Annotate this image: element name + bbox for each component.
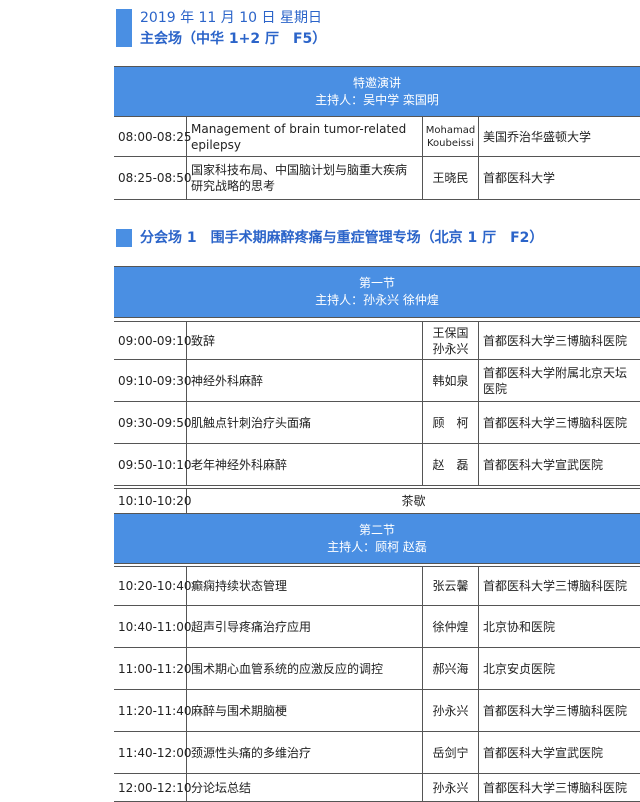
row-time: 10:40-11:00: [114, 606, 192, 647]
break-label: 茶歇: [401, 494, 426, 508]
row-speaker: 赵 磊: [423, 444, 479, 485]
table-row: 11:00-11:20 围术期心血管系统的应激反应的调控 郝兴海 北京安贞医院: [114, 648, 640, 690]
date-text: 2019 年 11 月 10 日 星期日: [140, 10, 322, 26]
accent-bar: [116, 9, 132, 47]
row-speaker: 郝兴海: [423, 648, 479, 689]
plenary-title: 特邀演讲: [352, 75, 401, 90]
table-row: 09:50-10:10 老年神经外科麻醉 赵 磊 首都医科大学宣武医院: [114, 444, 640, 486]
row-topic: 颈源性头痛的多维治疗: [187, 732, 423, 773]
row-institution: 首都医科大学宣武医院: [483, 457, 604, 472]
row-speaker: 孙永兴: [423, 690, 479, 731]
section1-header: 第一节 主持人：孙永兴 徐仲煌: [114, 266, 640, 318]
row-institution: 首都医科大学附属北京天坛医院: [483, 365, 628, 396]
table-row: 11:40-12:00 颈源性头痛的多维治疗 岳剑宁 首都医科大学宣武医院: [114, 732, 640, 774]
section2-hosts: 主持人：顾柯 赵磊: [327, 539, 427, 554]
table-row: 08:25-08:50 国家科技布局、中国脑计划与脑重大疾病研究战略的思考 王晓…: [114, 157, 640, 200]
row-speaker: 岳剑宁: [423, 732, 479, 773]
row-topic: 肌触点针刺治疗头面痛: [187, 402, 423, 443]
row-institution: 首都医科大学宣武医院: [483, 745, 604, 760]
row-time: 08:00-08:25: [114, 117, 192, 156]
table-row: 09:10-09:30 神经外科麻醉 韩如泉 首都医科大学附属北京天坛医院: [114, 360, 640, 402]
row-institution: 北京协和医院: [483, 619, 556, 634]
row-speaker: 韩如泉: [423, 360, 479, 401]
plenary-header: 特邀演讲 主持人：吴中学 栾国明: [114, 66, 640, 117]
row-time: 09:00-09:10: [114, 322, 192, 359]
row-speaker: 王保国 孙永兴: [423, 322, 479, 359]
row-topic: Management of brain tumor-related epilep…: [187, 117, 423, 156]
row-speaker: 徐仲煌: [423, 606, 479, 647]
row-speaker: Mohamad Koubeissi: [423, 117, 479, 156]
row-topic: 麻醉与围术期脑梗: [187, 690, 423, 731]
section2-header: 第二节 主持人：顾柯 赵磊: [114, 514, 640, 564]
row-topic: 分论坛总结: [187, 774, 423, 801]
row-topic: 老年神经外科麻醉: [187, 444, 423, 485]
row-time: 11:40-12:00: [114, 732, 192, 773]
row-time: 11:00-11:20: [114, 648, 192, 689]
row-speaker: 王晓民: [423, 157, 479, 199]
row-topic: 神经外科麻醉: [187, 360, 423, 401]
row-speaker: 张云馨: [423, 567, 479, 605]
row-institution: 首都医科大学三博脑科医院: [483, 579, 628, 593]
row-time: 12:00-12:10: [114, 774, 192, 801]
row-topic: 致辞: [187, 322, 423, 359]
row-time: 11:20-11:40: [114, 690, 192, 731]
break-time: 10:10-10:20: [114, 489, 192, 513]
row-time: 08:25-08:50: [114, 157, 192, 199]
plenary-table: 特邀演讲 主持人：吴中学 栾国明 08:00-08:25 Management …: [114, 66, 640, 200]
row-speaker: 孙永兴: [423, 774, 479, 801]
row-institution: 美国乔治华盛顿大学: [483, 129, 592, 144]
row-institution: 首都医科大学三博脑科医院: [483, 333, 628, 348]
table-row: 11:20-11:40 麻醉与围术期脑梗 孙永兴 首都医科大学三博脑科医院: [114, 690, 640, 732]
table-row: 12:00-12:10 分论坛总结 孙永兴 首都医科大学三博脑科医院: [114, 774, 640, 802]
plenary-hosts: 主持人：吴中学 栾国明: [315, 92, 439, 107]
accent-bar: [116, 229, 132, 247]
table-row: 08:00-08:25 Management of brain tumor-re…: [114, 117, 640, 157]
section1-hosts: 主持人：孙永兴 徐仲煌: [315, 293, 439, 307]
row-time: 10:20-10:40: [114, 567, 192, 605]
row-speaker: 顾 柯: [423, 402, 479, 443]
row-institution: 首都医科大学: [483, 171, 556, 185]
row-institution: 首都医科大学三博脑科医院: [483, 703, 628, 718]
section2-title: 第二节: [358, 522, 395, 537]
table-row: 09:30-09:50 肌触点针刺治疗头面痛 顾 柯 首都医科大学三博脑科医院: [114, 402, 640, 444]
row-institution: 北京安贞医院: [483, 661, 556, 676]
row-topic: 围术期心血管系统的应激反应的调控: [187, 648, 423, 689]
row-institution: 首都医科大学三博脑科医院: [483, 780, 628, 795]
row-time: 09:10-09:30: [114, 360, 192, 401]
row-topic: 国家科技布局、中国脑计划与脑重大疾病研究战略的思考: [187, 157, 423, 199]
row-institution: 首都医科大学三博脑科医院: [483, 415, 628, 430]
table-row: 09:00-09:10 致辞 王保国 孙永兴 首都医科大学三博脑科医院: [114, 321, 640, 360]
row-time: 09:50-10:10: [114, 444, 192, 485]
table-row: 10:20-10:40 癫痫持续状态管理 张云馨 首都医科大学三博脑科医院: [114, 566, 640, 606]
main-venue-title: 主会场（中华 1+2 厅 F5）: [140, 31, 327, 47]
table-row: 10:40-11:00 超声引导疼痛治疗应用 徐仲煌 北京协和医院: [114, 606, 640, 648]
row-topic: 超声引导疼痛治疗应用: [187, 606, 423, 647]
row-topic: 癫痫持续状态管理: [187, 567, 423, 605]
section1-title: 第一节: [358, 276, 395, 290]
break-row: 10:10-10:20 茶歇: [114, 488, 640, 514]
subvenue-table: 第一节 主持人：孙永兴 徐仲煌 09:00-09:10 致辞 王保国 孙永兴 首…: [114, 266, 640, 802]
subvenue-title: 分会场 1 围手术期麻醉疼痛与重症管理专场（北京 1 厅 F2）: [140, 230, 544, 246]
row-time: 09:30-09:50: [114, 402, 192, 443]
